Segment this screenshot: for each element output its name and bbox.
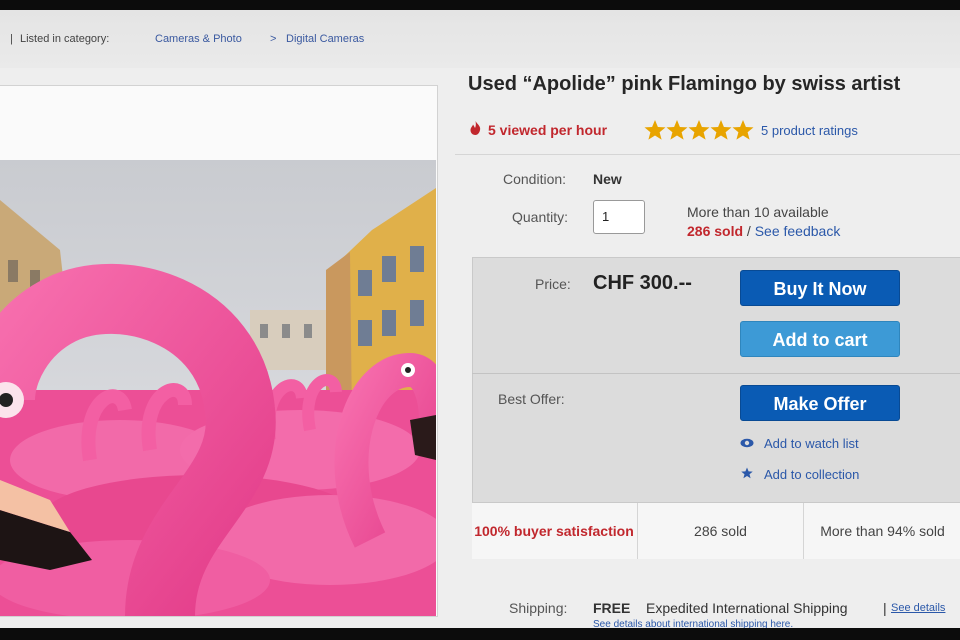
- price-value: CHF 300.--: [593, 272, 692, 294]
- breadcrumb: | Listed in category: Cameras & Photo > …: [0, 10, 960, 68]
- sold-separator: /: [743, 223, 755, 239]
- shipping-description: Expedited International Shipping: [646, 600, 848, 616]
- eye-icon: [740, 436, 754, 451]
- stat-sold: 286 sold: [637, 503, 803, 559]
- screen-frame-top: [0, 0, 960, 10]
- add-to-watch-list-link[interactable]: Add to watch list: [740, 436, 859, 451]
- views-text: 5 viewed per hour: [488, 122, 608, 138]
- star-icon: [644, 120, 666, 140]
- shipping-details-link[interactable]: See details: [891, 602, 945, 614]
- sold-line: 286 sold / See feedback: [687, 223, 840, 239]
- product-image-panel: [0, 85, 438, 617]
- breadcrumb-link-digital-cameras[interactable]: Digital Cameras: [286, 33, 364, 45]
- stat-percent-sold: More than 94% sold: [803, 503, 960, 559]
- star-icon: [666, 120, 688, 140]
- add-to-collection-link[interactable]: Add to collection: [740, 467, 859, 482]
- make-offer-button[interactable]: Make Offer: [740, 385, 900, 421]
- shipping-label: Shipping:: [509, 600, 568, 616]
- breadcrumb-link-cameras[interactable]: Cameras & Photo: [155, 33, 242, 45]
- watch-list-text[interactable]: Add to watch list: [764, 436, 859, 451]
- star-icon: [710, 120, 732, 140]
- condition-value: New: [593, 171, 622, 187]
- product-ratings-link[interactable]: 5 product ratings: [761, 123, 858, 138]
- header-divider: [455, 154, 960, 155]
- star-icon: [688, 120, 710, 140]
- breadcrumb-arrow: >: [270, 33, 277, 45]
- product-photo[interactable]: [0, 160, 436, 616]
- stat-buyer-satisfaction: 100% buyer satisfaction: [474, 523, 634, 539]
- see-feedback-link[interactable]: See feedback: [755, 223, 841, 239]
- quantity-label: Quantity:: [512, 209, 569, 225]
- sold-count: 286 sold: [687, 223, 744, 239]
- product-title: Used “Apolide” pink Flamingo by swiss ar…: [468, 73, 901, 95]
- screen-frame-bottom: [0, 628, 960, 640]
- availability-text: More than 10 available: [687, 204, 829, 220]
- best-offer-label: Best Offer:: [498, 391, 565, 407]
- shipping-free: FREE: [593, 600, 631, 616]
- rating-stars[interactable]: [644, 119, 754, 141]
- star-icon: [732, 120, 754, 140]
- buy-it-now-button[interactable]: Buy It Now: [740, 270, 900, 306]
- purchase-divider: [472, 373, 960, 374]
- breadcrumb-label: Listed in category:: [20, 33, 110, 45]
- quantity-input[interactable]: 1: [593, 200, 645, 234]
- add-to-cart-button[interactable]: Add to cart: [740, 321, 900, 357]
- star-icon: [740, 467, 754, 482]
- shipping-separator: |: [883, 600, 887, 616]
- fire-icon: [470, 121, 481, 138]
- price-label: Price:: [535, 276, 571, 292]
- seller-stats: 100% buyer satisfaction 286 sold More th…: [472, 502, 960, 559]
- collection-text[interactable]: Add to collection: [764, 467, 859, 482]
- condition-label: Condition:: [503, 171, 567, 187]
- breadcrumb-separator: |: [10, 33, 13, 45]
- views-indicator: 5 viewed per hour: [470, 121, 607, 138]
